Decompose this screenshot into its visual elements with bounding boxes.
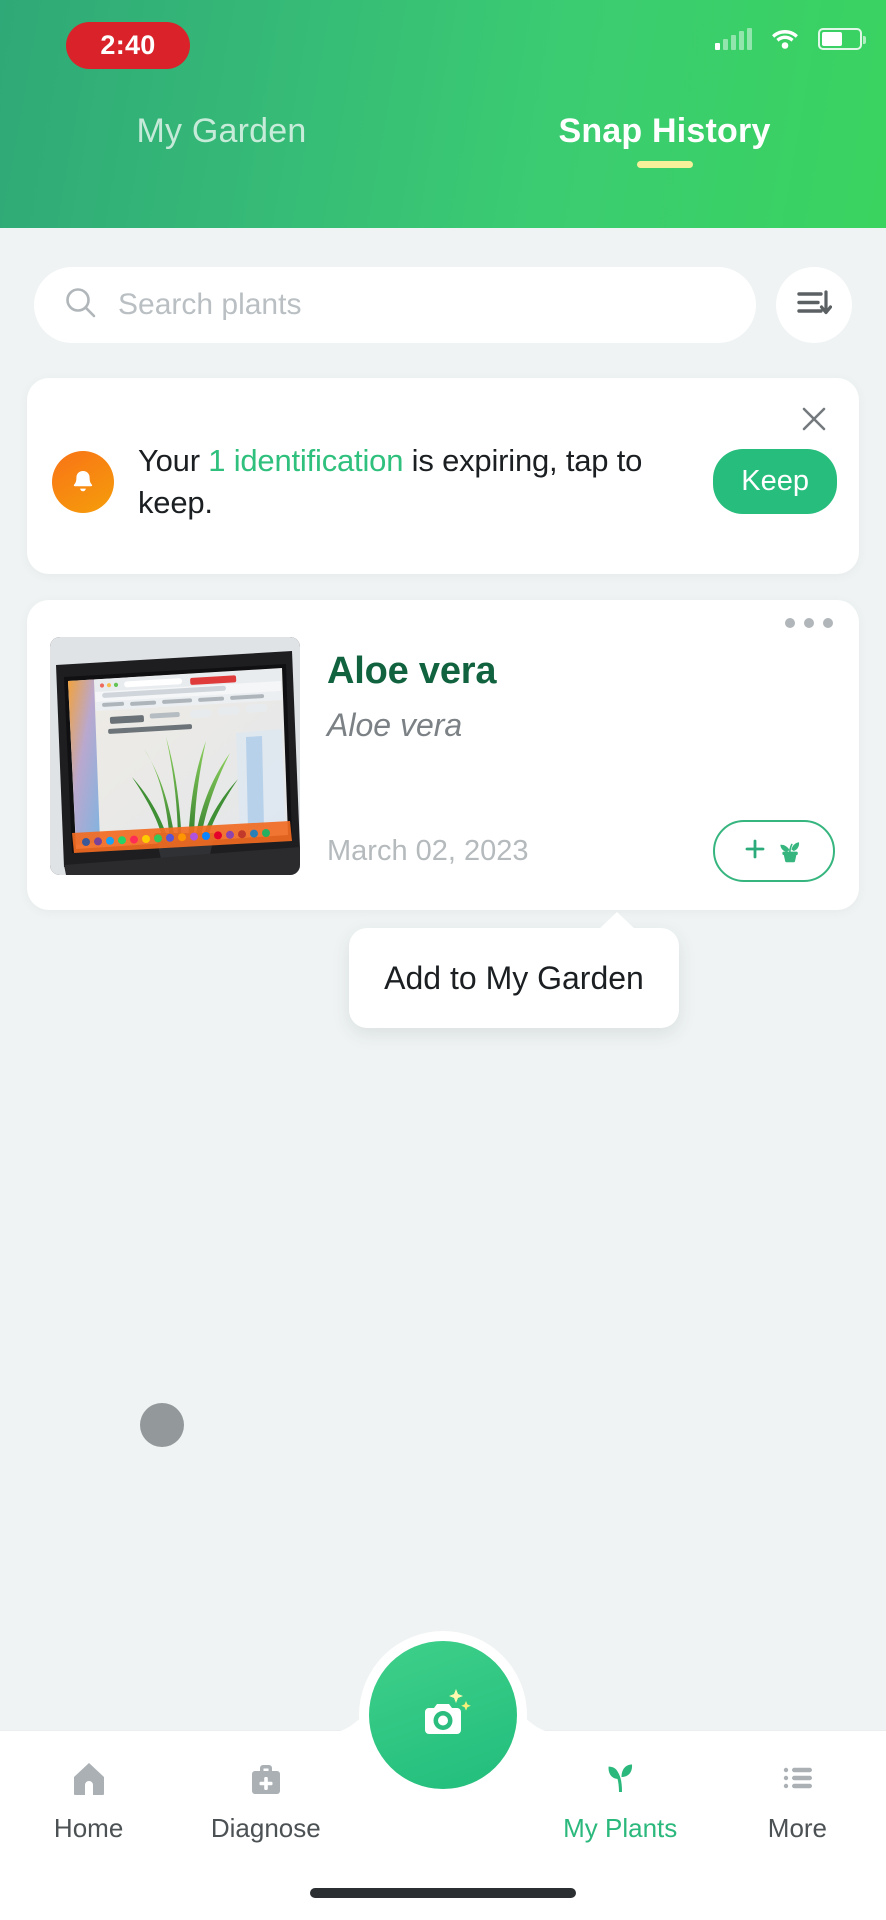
home-indicator xyxy=(310,1888,576,1898)
clock-time: 2:40 xyxy=(100,30,156,60)
banner-message-highlight: 1 identification xyxy=(208,443,404,478)
banner-close-button[interactable] xyxy=(791,398,837,444)
plant-latin-name: Aloe vera xyxy=(327,707,463,743)
expiring-identification-banner: Your 1 identification is expiring, tap t… xyxy=(27,378,859,574)
nav-item-home[interactable]: Home xyxy=(0,1748,177,1844)
banner-message: Your 1 identification is expiring, tap t… xyxy=(138,440,689,523)
tooltip-label: Add to My Garden xyxy=(384,959,644,996)
add-to-garden-button[interactable] xyxy=(713,820,835,882)
search-row xyxy=(0,263,886,347)
home-icon xyxy=(69,1758,109,1803)
plus-icon xyxy=(743,837,767,866)
nav-item-home-label: Home xyxy=(53,1813,124,1843)
status-bar: 2:40 xyxy=(0,0,886,96)
nav-item-more[interactable]: More xyxy=(709,1748,886,1844)
bottom-navigation-bar: Home Diagnose My Plants More xyxy=(0,1641,886,1920)
nav-item-my-plants-label: My Plants xyxy=(563,1813,678,1843)
touch-cursor-indicator xyxy=(140,1403,184,1447)
sparkle-icon xyxy=(449,1689,471,1711)
keep-button[interactable]: Keep xyxy=(713,449,837,515)
banner-body: Your 1 identification is expiring, tap t… xyxy=(52,440,837,523)
tab-snap-history[interactable]: Snap History xyxy=(443,112,886,208)
sort-descending-icon xyxy=(796,287,833,324)
app-header: 2:40 My Garden Snap History xyxy=(0,0,886,228)
close-icon xyxy=(800,405,828,438)
nav-item-my-plants[interactable]: My Plants xyxy=(532,1748,709,1844)
battery-icon xyxy=(818,28,866,50)
add-to-garden-tooltip[interactable]: Add to My Garden xyxy=(349,912,679,1028)
tab-snap-history-label: Snap History xyxy=(558,112,771,150)
search-input[interactable] xyxy=(118,288,726,322)
search-icon xyxy=(64,286,98,325)
potted-plant-icon xyxy=(775,834,805,869)
more-options-icon[interactable] xyxy=(785,618,833,628)
card-info: Aloe vera Aloe vera xyxy=(327,650,835,744)
tab-my-garden[interactable]: My Garden xyxy=(0,112,443,208)
search-box[interactable] xyxy=(34,267,756,343)
seedling-icon xyxy=(600,1758,640,1803)
camera-capture-button[interactable] xyxy=(369,1641,517,1789)
plant-date: March 02, 2023 xyxy=(327,834,529,867)
wifi-icon xyxy=(770,28,800,50)
cellular-signal-icon xyxy=(715,28,752,50)
camera-icon xyxy=(425,1704,461,1734)
sort-button[interactable] xyxy=(776,267,852,343)
nav-item-diagnose[interactable]: Diagnose xyxy=(177,1748,354,1844)
tooltip-arrow xyxy=(599,912,635,929)
app-screen: 2:40 My Garden Snap History Search plant… xyxy=(0,0,886,1920)
first-aid-kit-icon xyxy=(246,1758,286,1803)
nav-item-diagnose-label: Diagnose xyxy=(210,1813,321,1843)
card-bottom-row: March 02, 2023 xyxy=(327,820,835,882)
nav-item-more-label: More xyxy=(767,1813,828,1843)
plant-name: Aloe vera xyxy=(327,650,497,692)
banner-message-prefix: Your xyxy=(138,443,209,478)
tab-snap-history-underline xyxy=(636,161,693,168)
tab-my-garden-underline xyxy=(194,161,250,168)
list-menu-icon xyxy=(777,1758,817,1803)
header-tabs: My Garden Snap History xyxy=(0,112,886,208)
status-bar-indicators xyxy=(715,28,866,50)
plant-thumbnail[interactable] xyxy=(50,637,300,875)
tab-my-garden-label: My Garden xyxy=(136,112,307,150)
status-bar-clock: 2:40 xyxy=(66,22,190,69)
bell-icon xyxy=(52,450,114,513)
nav-center-spacer xyxy=(354,1791,531,1801)
snap-history-card[interactable]: Aloe vera Aloe vera March 02, 2023 xyxy=(27,600,859,910)
